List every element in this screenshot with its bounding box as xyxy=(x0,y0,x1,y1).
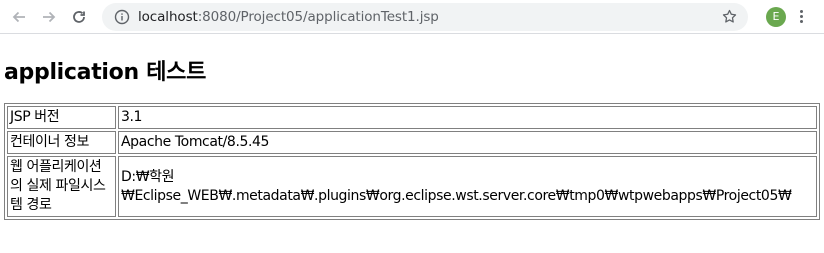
profile-initial: E xyxy=(772,10,780,23)
container-info-label: 컨테이너 정보 xyxy=(7,131,116,154)
application-info-table: JSP 버전 3.1 컨테이너 정보 Apache Tomcat/8.5.45 … xyxy=(4,103,820,220)
forward-button[interactable] xyxy=(36,4,62,30)
page-content: application 테스트 JSP 버전 3.1 컨테이너 정보 Apach… xyxy=(0,59,824,220)
jsp-version-value: 3.1 xyxy=(118,106,817,129)
info-icon[interactable] xyxy=(114,9,130,25)
reload-button[interactable] xyxy=(66,4,92,30)
realpath-label: 웹 어플리케이션의 실제 파일시스템 경로 xyxy=(7,156,116,217)
table-row: 컨테이너 정보 Apache Tomcat/8.5.45 xyxy=(7,131,817,154)
table-row: 웹 어플리케이션의 실제 파일시스템 경로 D:₩학원₩Eclipse_WEB₩… xyxy=(7,156,817,217)
url-path: :8080/Project05/applicationTest1.jsp xyxy=(197,8,439,25)
bookmark-star-icon[interactable] xyxy=(721,8,738,25)
url-host: localhost xyxy=(138,8,198,25)
container-info-value: Apache Tomcat/8.5.45 xyxy=(118,131,817,154)
jsp-version-label: JSP 버전 xyxy=(7,106,116,129)
arrow-left-icon xyxy=(12,11,25,22)
menu-kebab-icon[interactable] xyxy=(800,10,803,23)
address-bar[interactable]: localhost:8080/Project05/applicationTest… xyxy=(102,2,748,31)
reload-icon xyxy=(73,10,85,23)
profile-avatar[interactable]: E xyxy=(766,6,786,27)
browser-toolbar: localhost:8080/Project05/applicationTest… xyxy=(0,0,824,34)
back-button[interactable] xyxy=(6,4,32,30)
arrow-right-icon xyxy=(43,11,56,22)
url-text[interactable]: localhost:8080/Project05/applicationTest… xyxy=(138,9,439,25)
page-title: application 테스트 xyxy=(4,60,207,85)
realpath-value: D:₩학원₩Eclipse_WEB₩.metadata₩.plugins₩org… xyxy=(118,156,817,217)
table-row: JSP 버전 3.1 xyxy=(7,106,817,129)
